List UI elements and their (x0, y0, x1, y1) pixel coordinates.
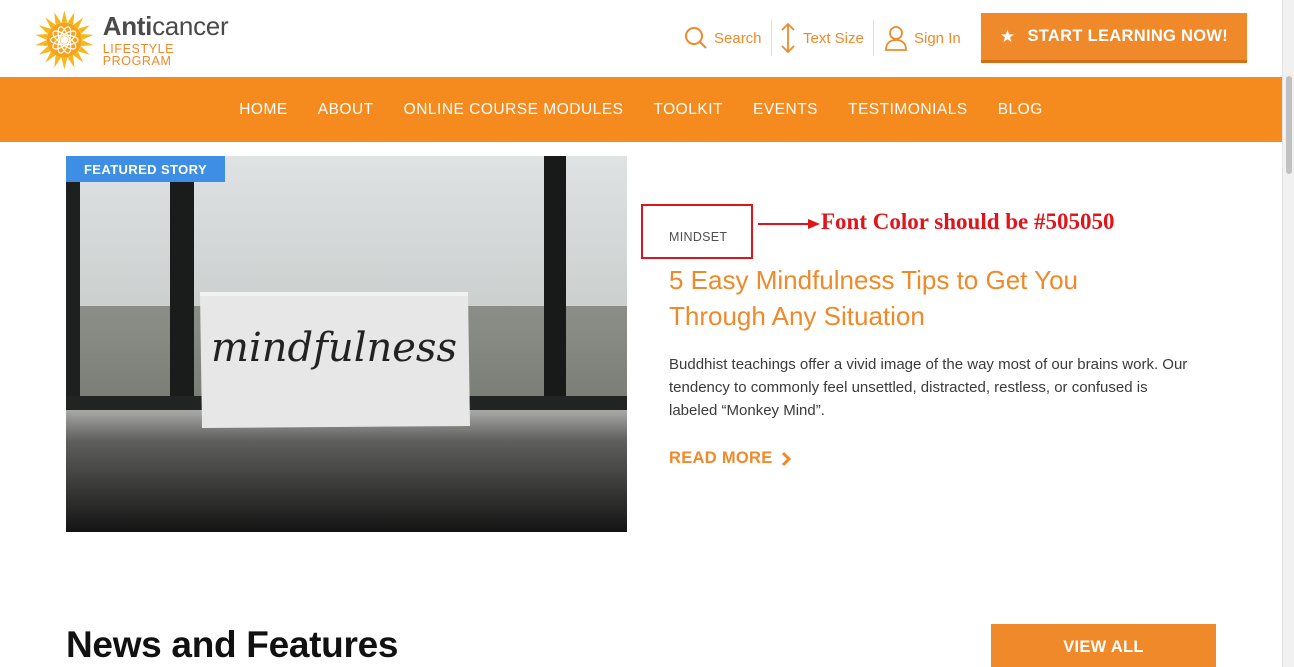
site-logo[interactable]: Anticancer LIFESTYLE PROGRAM (34, 9, 244, 71)
featured-story-badge: FEATURED STORY (66, 156, 225, 182)
user-icon (885, 26, 907, 51)
chevron-right-icon (781, 451, 791, 466)
annotation-arrow-icon (758, 219, 820, 229)
search-icon (685, 27, 707, 49)
main-nav: HOME ABOUT ONLINE COURSE MODULES TOOLKIT… (0, 77, 1282, 142)
logo-wordmark: Anticancer LIFESTYLE PROGRAM (103, 13, 244, 68)
news-section-title: News and Features (66, 624, 399, 665)
search-label: Search (714, 29, 762, 47)
annotation-box (641, 204, 753, 259)
text-size-arrows-icon (781, 22, 795, 54)
logo-subtitle: LIFESTYLE PROGRAM (102, 41, 175, 68)
logo-title-bold: Anti (102, 10, 153, 41)
logo-title-rest: cancer (152, 10, 229, 41)
sun-logo-icon (35, 10, 94, 70)
logo-title: Anticancer (103, 13, 244, 39)
text-size-control[interactable]: Text Size (779, 20, 864, 56)
story-title[interactable]: 5 Easy Mindfulness Tips to Get You Throu… (669, 262, 1169, 334)
scrollbar-thumb[interactable] (1286, 76, 1292, 174)
nav-item-toolkit[interactable]: TOOLKIT (653, 101, 723, 119)
nav-item-about[interactable]: ABOUT (318, 101, 374, 119)
mindfulness-photo: mindfulness (66, 156, 627, 532)
annotation-text: Font Color should be #505050 (821, 209, 1115, 234)
sign-in-link[interactable]: Sign In (884, 20, 961, 56)
sign-in-label: Sign In (914, 29, 961, 47)
start-learning-button[interactable]: ★ START LEARNING NOW! (981, 13, 1247, 63)
photo-card-text: mindfulness (211, 325, 457, 371)
nav-item-events[interactable]: EVENTS (753, 101, 818, 119)
page-scrollbar[interactable] (1282, 0, 1294, 667)
story-excerpt: Buddhist teachings offer a vivid image o… (669, 356, 1188, 419)
header-divider (873, 20, 874, 56)
nav-item-home[interactable]: HOME (239, 101, 288, 119)
text-size-label: Text Size (803, 29, 864, 47)
site-header: Anticancer LIFESTYLE PROGRAM Search Text… (0, 0, 1282, 77)
search-link[interactable]: Search (684, 20, 762, 56)
nav-item-online-course-modules[interactable]: ONLINE COURSE MODULES (404, 101, 624, 119)
start-learning-label: START LEARNING NOW! (1027, 27, 1229, 45)
star-icon: ★ (999, 26, 1016, 46)
header-divider (771, 20, 772, 56)
nav-item-testimonials[interactable]: TESTIMONIALS (848, 101, 968, 119)
featured-story-image[interactable]: mindfulness (66, 156, 627, 532)
read-more-label: READ MORE (669, 449, 773, 467)
page: Anticancer LIFESTYLE PROGRAM Search Text… (0, 0, 1282, 667)
view-all-button[interactable]: VIEW ALL (991, 624, 1216, 667)
read-more-link[interactable]: READ MORE (669, 449, 791, 468)
nav-item-blog[interactable]: BLOG (998, 101, 1043, 119)
